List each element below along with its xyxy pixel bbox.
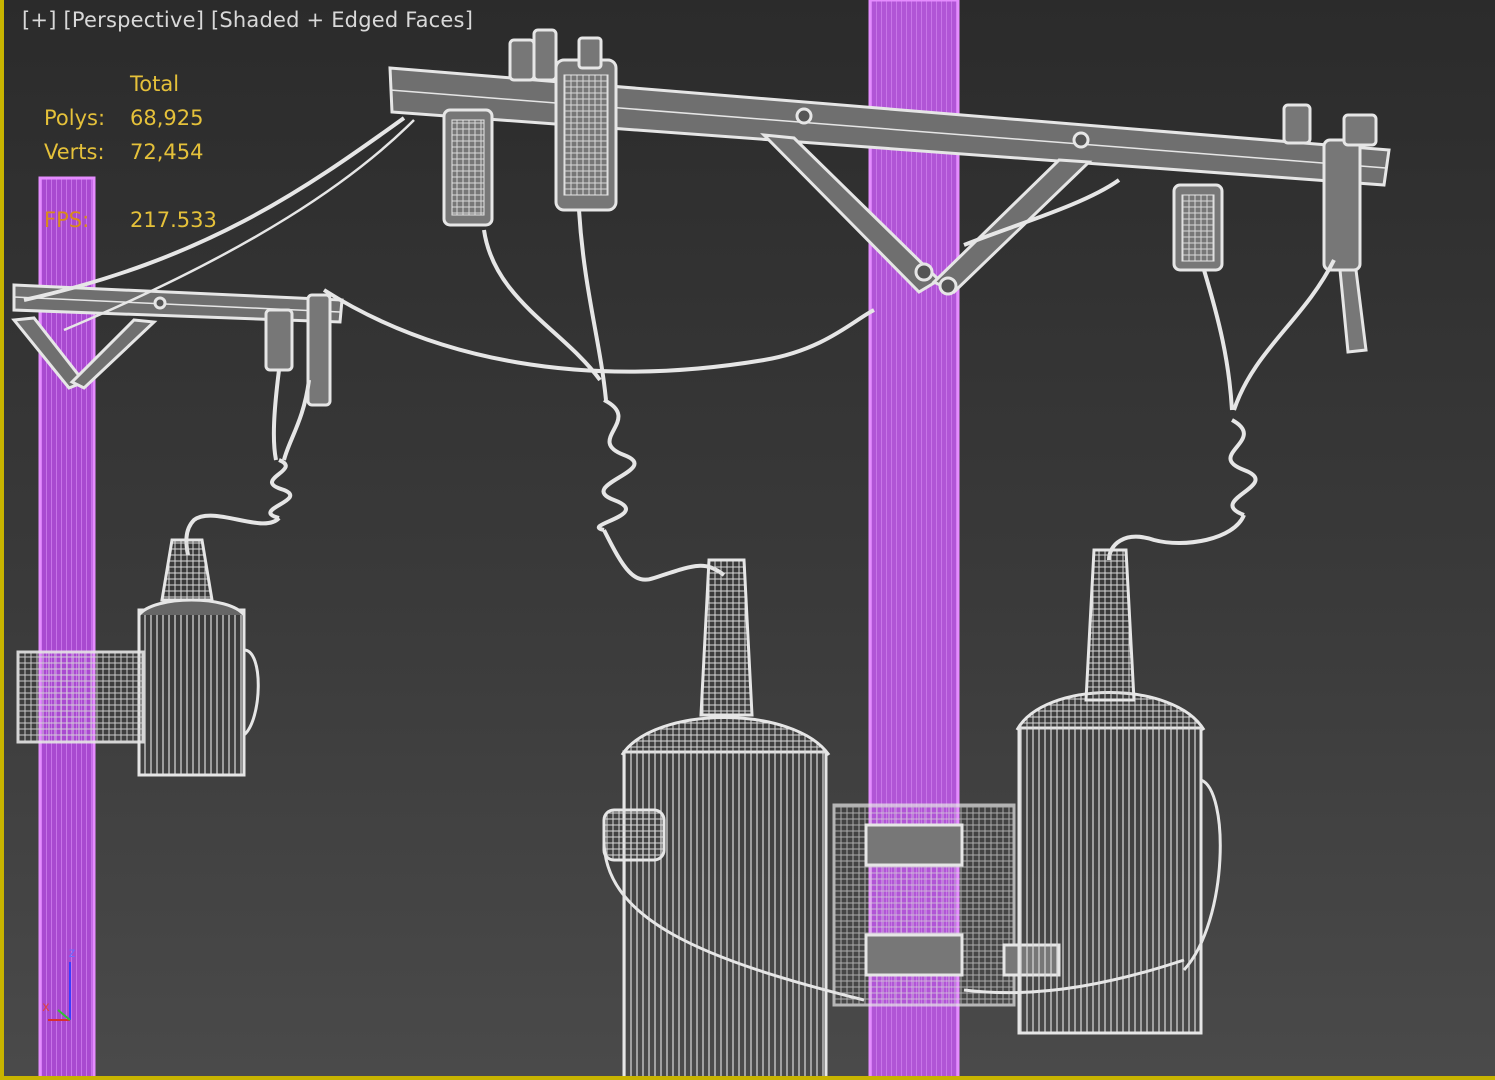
cutout-left-2[interactable]	[554, 36, 618, 212]
viewport-shading-menu[interactable]: [Shaded + Edged Faces]	[211, 8, 473, 32]
stats-total-header: Total	[130, 72, 180, 96]
viewport-view-menu[interactable]: [Perspective]	[63, 8, 204, 32]
axis-z-label: z	[68, 946, 76, 961]
stats-polys-value: 68,925	[130, 106, 204, 130]
stats-verts-label: Verts:	[44, 140, 105, 164]
stats-fps-value: 217.533	[130, 208, 217, 232]
stats-verts-value: 72,454	[130, 140, 204, 164]
stats-fps-label: FPS:	[44, 208, 90, 232]
transformer-center[interactable]	[602, 558, 865, 1080]
viewport-plus-menu[interactable]: [+]	[22, 8, 57, 32]
perspective-viewport[interactable]: [+] [Perspective] [Shaded + Edged Faces]…	[0, 0, 1495, 1080]
cutout-right-1[interactable]	[1172, 103, 1312, 272]
wireframe-scene[interactable]	[4, 0, 1495, 1080]
drop-leads[interactable]	[184, 209, 1336, 582]
stats-polys-label: Polys:	[44, 106, 106, 130]
viewport-label-menu: [+] [Perspective] [Shaded + Edged Faces]	[22, 8, 473, 32]
axis-x-label: x	[42, 1000, 50, 1015]
cutout-left-1[interactable]	[442, 28, 558, 227]
